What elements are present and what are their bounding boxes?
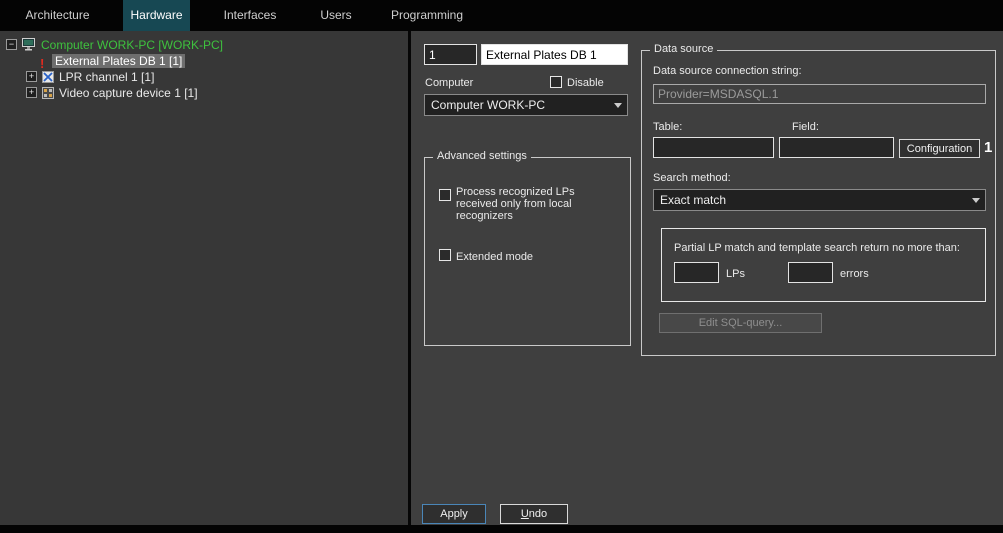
lps-label: LPs xyxy=(726,268,745,280)
advanced-settings-title: Advanced settings xyxy=(433,150,531,162)
data-source-group: Data source Data source connection strin… xyxy=(641,50,996,356)
advanced-settings-group: Advanced settings Process recognized LPs… xyxy=(424,157,631,346)
apply-button[interactable]: Apply xyxy=(422,504,486,524)
tree-item-computer[interactable]: − Computer WORK-PC [WORK-PC] xyxy=(0,37,408,53)
expand-icon[interactable]: + xyxy=(26,71,37,82)
hardware-tree-panel: − Computer WORK-PC [WORK-PC] ! External … xyxy=(0,31,408,525)
undo-accel: U xyxy=(521,508,529,520)
tree-item-video-capture-device[interactable]: + Video capture device 1 [1] xyxy=(0,85,408,101)
disable-checkbox[interactable] xyxy=(550,76,562,88)
tree-item-external-plates-db[interactable]: ! External Plates DB 1 [1] xyxy=(0,53,408,69)
chevron-down-icon xyxy=(972,198,980,203)
errors-limit-input[interactable] xyxy=(788,262,833,283)
lps-limit-input[interactable] xyxy=(674,262,719,283)
computer-label: Computer xyxy=(425,77,473,89)
callout-1: 1 xyxy=(984,139,992,156)
tree-item-lpr-channel[interactable]: + LPR channel 1 [1] xyxy=(0,69,408,85)
tree-item-label: LPR channel 1 [1] xyxy=(56,70,157,84)
tab-interfaces[interactable]: Interfaces xyxy=(212,0,288,31)
field-label: Field: xyxy=(792,121,819,133)
object-settings-panel: Computer Disable Computer WORK-PC Advanc… xyxy=(411,31,1003,525)
errors-label: errors xyxy=(840,268,869,280)
tab-users[interactable]: Users xyxy=(311,0,361,31)
object-id-input[interactable] xyxy=(424,44,477,65)
table-label: Table: xyxy=(653,121,682,133)
computer-select-value: Computer WORK-PC xyxy=(431,98,545,112)
process-recognized-lps-checkbox[interactable] xyxy=(439,189,451,201)
video-capture-icon xyxy=(42,86,56,99)
collapse-icon[interactable]: − xyxy=(6,39,17,50)
table-input[interactable] xyxy=(653,137,774,158)
undo-button[interactable]: Undo xyxy=(500,504,568,524)
app-window: Architecture Hardware Interfaces Users P… xyxy=(0,0,1003,533)
disable-label: Disable xyxy=(567,77,604,89)
connection-string-label: Data source connection string: xyxy=(653,65,802,77)
search-method-value: Exact match xyxy=(660,193,726,207)
tree-item-label: Computer WORK-PC [WORK-PC] xyxy=(38,38,226,52)
tree-item-label: External Plates DB 1 [1] xyxy=(52,54,185,68)
field-input[interactable] xyxy=(779,137,894,158)
computer-select[interactable]: Computer WORK-PC xyxy=(424,94,628,116)
connection-string-input[interactable] xyxy=(653,84,986,104)
data-source-title: Data source xyxy=(650,43,717,55)
object-name-input[interactable] xyxy=(481,44,628,65)
edit-sql-query-button[interactable]: Edit SQL-query... xyxy=(659,313,822,333)
search-method-select[interactable]: Exact match xyxy=(653,189,986,211)
bottom-strip xyxy=(0,525,1003,533)
tab-programming[interactable]: Programming xyxy=(388,0,466,31)
top-nav: Architecture Hardware Interfaces Users P… xyxy=(0,0,1003,31)
tab-architecture[interactable]: Architecture xyxy=(20,0,95,31)
expand-icon[interactable]: + xyxy=(26,87,37,98)
search-method-label: Search method: xyxy=(653,172,731,184)
partial-match-group: Partial LP match and template search ret… xyxy=(661,228,986,302)
partial-match-label: Partial LP match and template search ret… xyxy=(674,242,960,254)
process-recognized-lps-label: Process recognized LPs received only fro… xyxy=(456,186,584,222)
tree-item-label: Video capture device 1 [1] xyxy=(56,86,201,100)
extended-mode-checkbox[interactable] xyxy=(439,249,451,261)
tab-hardware[interactable]: Hardware xyxy=(123,0,190,31)
chevron-down-icon xyxy=(614,103,622,108)
computer-icon xyxy=(22,38,36,51)
lpr-channel-icon xyxy=(42,70,56,83)
configuration-button[interactable]: Configuration xyxy=(899,139,980,158)
undo-rest: ndo xyxy=(529,508,547,520)
extended-mode-label: Extended mode xyxy=(456,251,533,263)
